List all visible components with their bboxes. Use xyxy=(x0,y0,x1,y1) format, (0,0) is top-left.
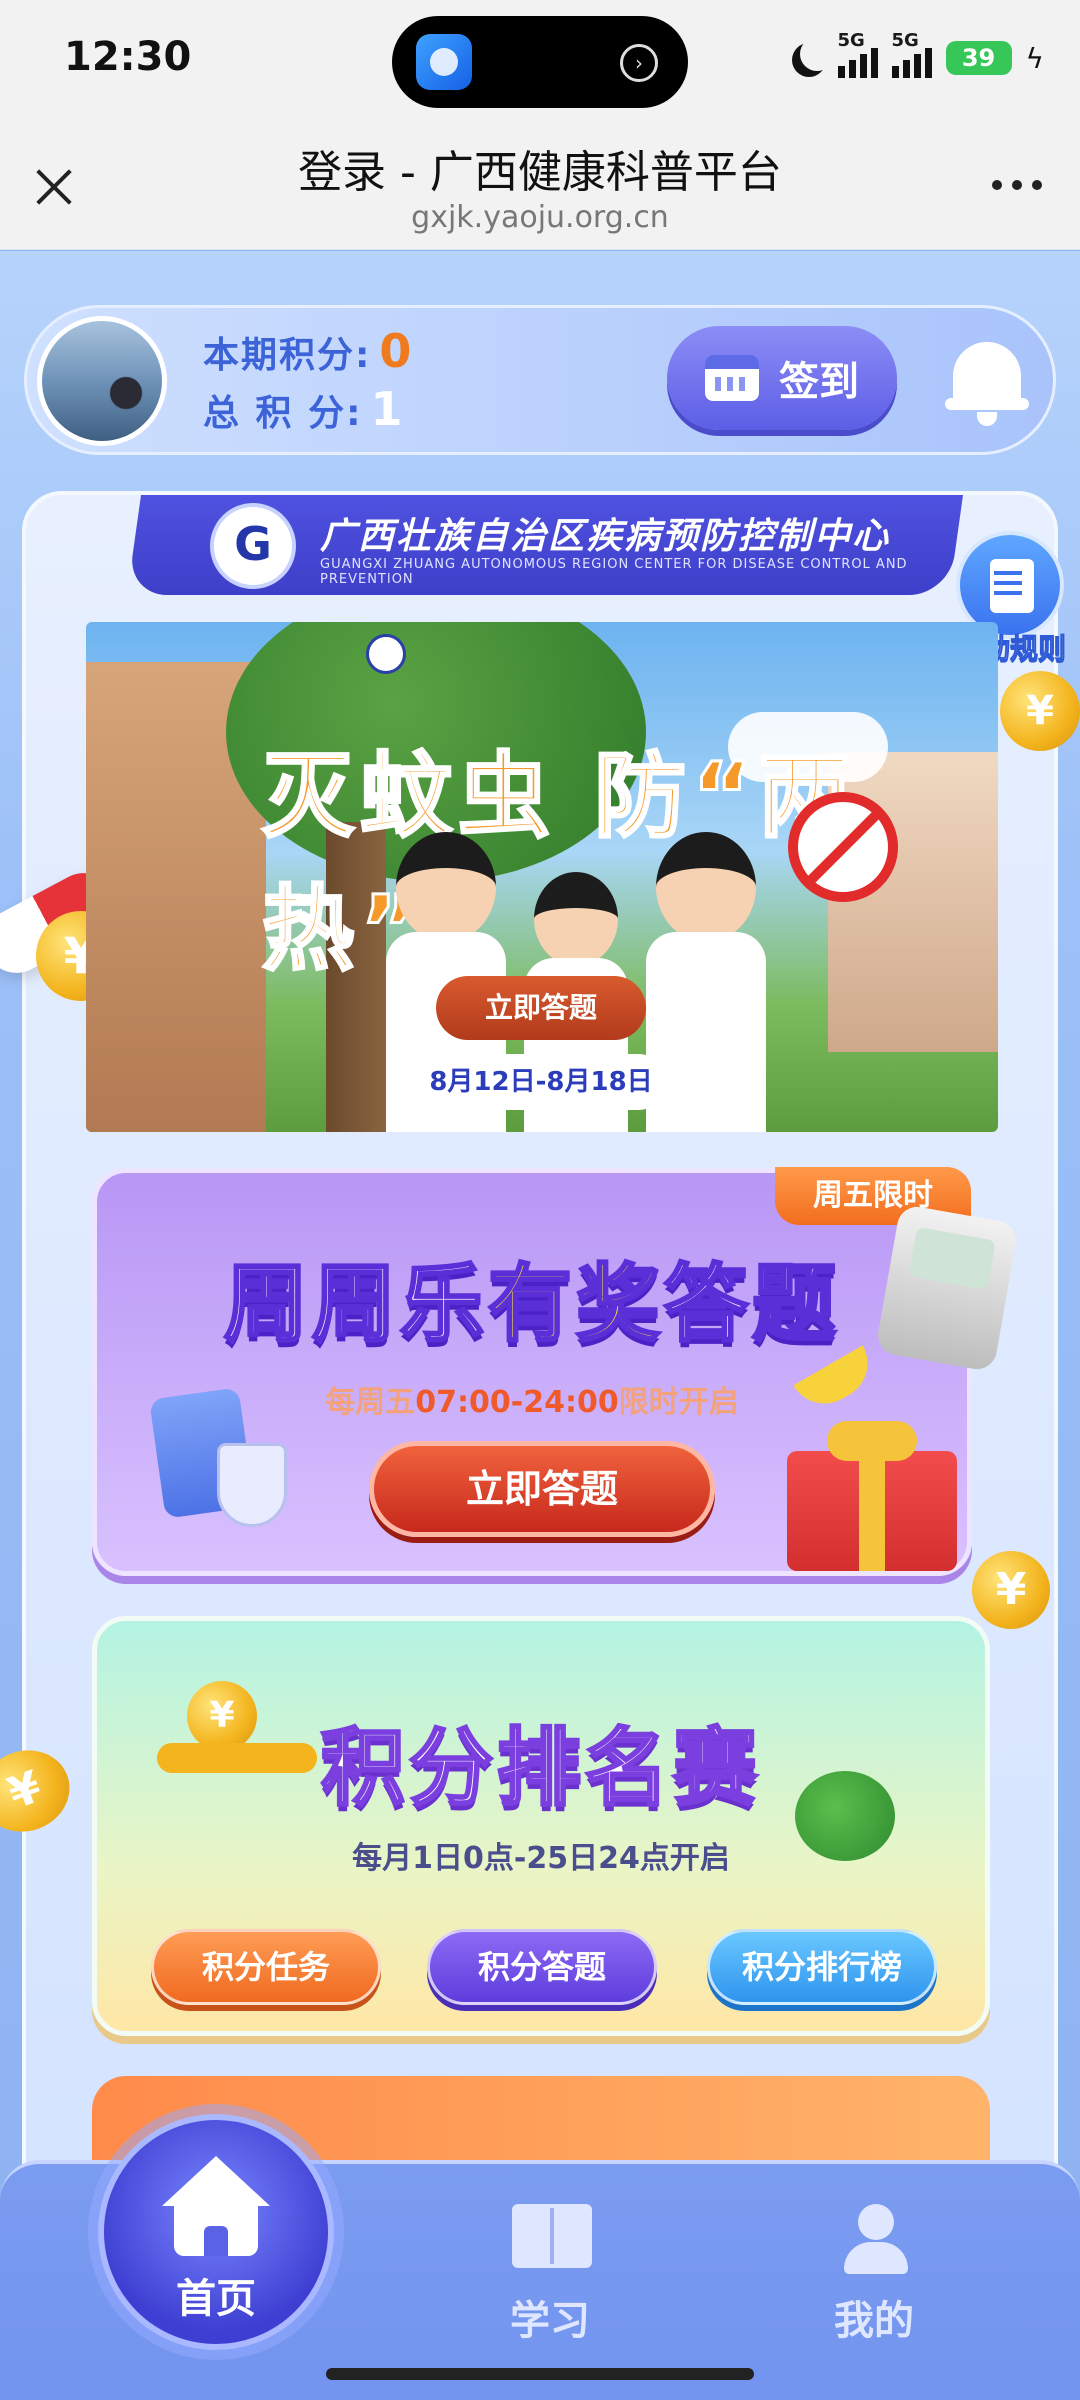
period-points-label: 本期积分: xyxy=(203,335,372,376)
broccoli-icon xyxy=(795,1771,895,1861)
total-points-label: 总 积 分: xyxy=(203,393,363,434)
org-banner: 广西壮族自治区疾病预防控制中心 GUANGXI ZHUANG AUTONOMOU… xyxy=(134,495,956,595)
home-icon xyxy=(162,2156,270,2256)
weekly-quiz-card[interactable]: 周五限时 周周乐有奖答题 每周五07:00-24:00限时开启 立即答题 xyxy=(92,1167,1020,1576)
island-indicator-icon: › xyxy=(620,44,658,82)
page-url: gxjk.yaoju.org.cn xyxy=(411,200,669,235)
hero-answer-button[interactable]: 立即答题 xyxy=(436,976,646,1040)
checkin-label: 签到 xyxy=(779,359,859,405)
tab-mine-label: 我的 xyxy=(834,2298,914,2344)
dynamic-island: › xyxy=(392,16,688,108)
book-icon xyxy=(512,2204,592,2268)
charging-icon: ϟ xyxy=(1025,41,1044,75)
signal-label-1: 5G xyxy=(837,30,865,51)
points-leaderboard-button[interactable]: 积分排行榜 xyxy=(707,1929,937,2005)
quiz-answer-button[interactable]: 立即答题 xyxy=(369,1441,715,1537)
battery-icon: 39 xyxy=(945,41,1012,75)
calendar-icon xyxy=(705,355,759,401)
coin-icon: ¥ xyxy=(1000,671,1080,751)
points-ranking-card: ¥ 积分排名赛 每月1日0点-25日24点开启 积分任务 积分答题 积分排行榜 xyxy=(92,1616,990,2036)
tab-home-label: 首页 xyxy=(176,2276,256,2322)
org-name: 广西壮族自治区疾病预防控制中心 xyxy=(320,516,891,557)
avatar[interactable] xyxy=(37,316,167,446)
tab-mine[interactable]: 我的 xyxy=(774,2204,974,2364)
points-quiz-button[interactable]: 积分答题 xyxy=(427,1929,657,2005)
checkin-button[interactable]: 签到 xyxy=(667,326,897,430)
moon-icon xyxy=(800,37,834,71)
period-points-value: 0 xyxy=(379,324,414,378)
signal-icon-2: 5G xyxy=(891,30,932,78)
more-options-icon[interactable] xyxy=(992,180,1042,190)
coin-icon: ¥ xyxy=(972,1551,1050,1629)
tab-study[interactable]: 学习 xyxy=(450,2204,650,2364)
gift-box-icon xyxy=(787,1421,957,1571)
home-indicator xyxy=(326,2368,754,2380)
hero-date-range: 8月12日-8月18日 xyxy=(416,1054,666,1110)
browser-header: 登录 - 广西健康科普平台 gxjk.yaoju.org.cn xyxy=(0,118,1080,250)
status-bar: 12:30 › 5G 5G 39 ϟ xyxy=(0,0,1080,118)
bell-icon[interactable] xyxy=(945,336,1029,428)
person-icon xyxy=(844,2204,908,2274)
period-points: 本期积分: 0 xyxy=(203,324,413,378)
blood-pressure-monitor-icon xyxy=(874,1203,1020,1373)
page-content[interactable]: 本期积分:0 总 积 分:1 签到 广西壮族自治区疾病预防控制中心 GUANGX… xyxy=(0,251,1080,2400)
browser-app-icon xyxy=(416,34,472,90)
points-tasks-button[interactable]: 积分任务 xyxy=(151,1929,381,2005)
status-icons: 5G 5G 39 ϟ xyxy=(790,30,1044,86)
page-title: 登录 - 广西健康科普平台 xyxy=(298,147,782,198)
tab-home[interactable]: 首页 xyxy=(98,2114,334,2350)
signal-label-2: 5G xyxy=(891,30,919,51)
no-mosquito-icon xyxy=(788,792,898,902)
quiz-title: 周周乐有奖答题 xyxy=(222,1254,841,1355)
tab-study-label: 学习 xyxy=(510,2298,590,2344)
health-shield-icon xyxy=(149,1387,287,1543)
campaign-banner[interactable]: 灭蚊虫 防“两热” 立即答题 8月12日-8月18日 xyxy=(86,622,998,1132)
status-time: 12:30 xyxy=(64,34,192,80)
profile-bar: 本期积分: 0 总 积 分: 1 签到 xyxy=(24,305,1056,455)
org-name-en: GUANGXI ZHUANG AUTONOMOUS REGION CENTER … xyxy=(320,557,908,587)
cdc-logo-icon xyxy=(210,503,296,589)
total-points: 总 积 分: 1 xyxy=(203,382,404,436)
total-points-value: 1 xyxy=(370,382,405,436)
bottom-tab-bar: 首页 学习 我的 xyxy=(0,2114,1080,2400)
signal-icon-1: 5G xyxy=(837,30,878,78)
